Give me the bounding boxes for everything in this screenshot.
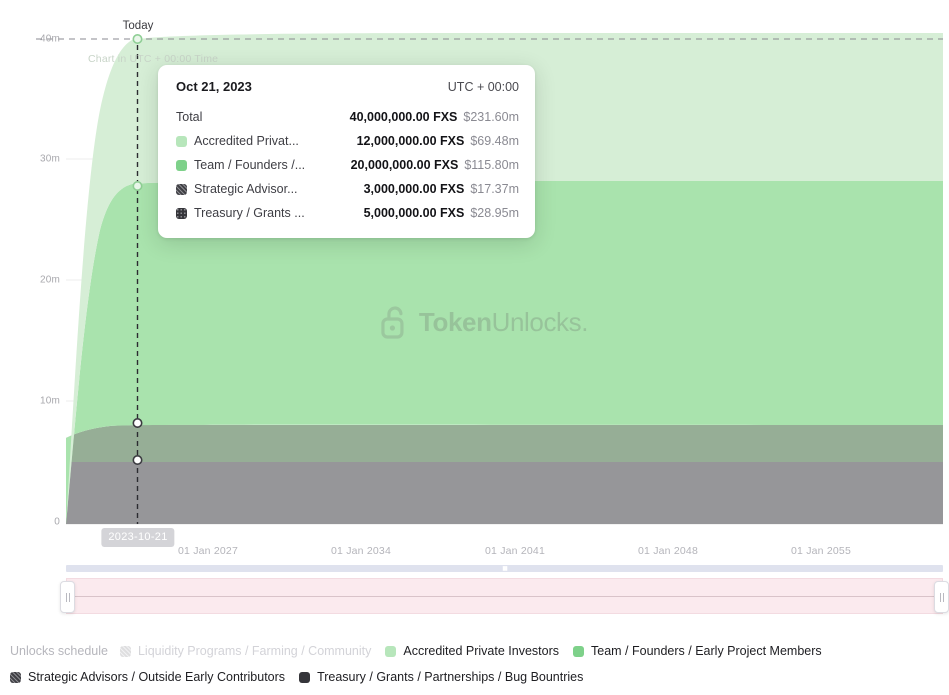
hover-date-badge: 2023-10-21 (101, 528, 175, 547)
timeline-scrollbar[interactable]: ▮▮ (66, 565, 943, 572)
legend-row-1: Unlocks schedule Liquidity Programs / Fa… (10, 638, 939, 664)
legend-row-2: Strategic Advisors / Outside Early Contr… (10, 664, 939, 690)
legend-label-liquidity-programs: Liquidity Programs / Farming / Community (137, 644, 372, 658)
x-axis-tick-2055: 01 Jan 2055 (790, 545, 852, 557)
range-handle-left[interactable] (60, 581, 75, 613)
chart-hover-tooltip: Oct 21, 2023 UTC + 00:00 Total 40,000,00… (158, 65, 535, 238)
range-handle-right[interactable] (934, 581, 949, 613)
chart-timezone-note: Chart in UTC + 00:00 Time (88, 53, 219, 65)
tooltip-amount-team: 20,000,000.00 FXS (350, 158, 459, 172)
legend-item-team-founders[interactable]: Team / Founders / Early Project Members (573, 644, 822, 658)
tooltip-header: Oct 21, 2023 UTC + 00:00 (176, 79, 519, 94)
legend-title: Unlocks schedule (10, 644, 108, 658)
legend-swatch-team-founders (573, 645, 584, 657)
tooltip-total-amount: 40,000,000.00 FXS (349, 110, 458, 124)
tooltip-label-treasury: Treasury / Grants ... (194, 206, 305, 220)
unlocks-chart[interactable]: 40m 30m 20m 10m 0 01 Jan 2027 01 Jan 203… (0, 0, 949, 620)
x-axis-tick-2048: 01 Jan 2048 (637, 545, 699, 557)
legend-swatch-accredited-private-investors (385, 645, 397, 657)
tooltip-total-right: 40,000,000.00 FXS $231.60m (350, 110, 519, 124)
y-axis-tick-0: 0 (54, 516, 60, 528)
tooltip-swatch-strategic (176, 183, 187, 195)
tooltip-row-treasury: Treasury / Grants ... 5,000,000.00 FXS $… (176, 201, 519, 225)
tooltip-usd-accredited: $69.48m (470, 134, 519, 148)
tooltip-row-team: Team / Founders /... 20,000,000.00 FXS $… (176, 153, 519, 177)
tooltip-date: Oct 21, 2023 (176, 79, 252, 94)
chart-legend: Unlocks schedule Liquidity Programs / Fa… (0, 638, 949, 690)
today-marker-label: Today (122, 20, 154, 32)
legend-item-liquidity-programs[interactable]: Liquidity Programs / Farming / Community (119, 644, 372, 658)
legend-swatch-treasury-grants (299, 671, 311, 683)
timeline-range-slider[interactable] (60, 578, 949, 614)
tooltip-total-usd: $231.60m (463, 110, 519, 124)
scrollbar-grip-icon: ▮▮ (502, 566, 508, 572)
legend-item-treasury-grants[interactable]: Treasury / Grants / Partnerships / Bug B… (299, 670, 583, 684)
x-axis-tick-2041: 01 Jan 2041 (484, 545, 546, 557)
tooltip-amount-accredited: 12,000,000.00 FXS (356, 134, 465, 148)
y-axis-tick-30m: 30m (39, 153, 60, 165)
range-slider-track[interactable] (66, 578, 943, 614)
tooltip-usd-treasury: $28.95m (470, 206, 519, 220)
legend-item-strategic-advisors[interactable]: Strategic Advisors / Outside Early Contr… (10, 670, 285, 684)
handle-grip-line (939, 592, 941, 602)
tooltip-label-strategic: Strategic Advisor... (194, 182, 298, 196)
handle-grip-line (942, 592, 944, 602)
y-axis-tick-40m: 40m (39, 33, 60, 45)
x-axis-tick-2034: 01 Jan 2034 (330, 545, 392, 557)
tooltip-label-accredited: Accredited Privat... (194, 134, 299, 148)
tooltip-total-label: Total (176, 110, 203, 124)
handle-grip-line (68, 592, 70, 602)
legend-label-team-founders: Team / Founders / Early Project Members (591, 644, 822, 658)
tooltip-swatch-treasury (176, 207, 187, 219)
tooltip-usd-strategic: $17.37m (470, 182, 519, 196)
tooltip-total-left: Total (176, 110, 202, 124)
legend-item-accredited-private-investors[interactable]: Accredited Private Investors (385, 644, 559, 658)
legend-label-accredited-private-investors: Accredited Private Investors (403, 644, 559, 658)
tooltip-label-team: Team / Founders /... (194, 158, 306, 172)
tooltip-amount-treasury: 5,000,000.00 FXS (363, 206, 465, 220)
range-slider-baseline (67, 596, 942, 597)
legend-label-strategic-advisors: Strategic Advisors / Outside Early Contr… (28, 670, 286, 684)
y-axis-tick-20m: 20m (39, 274, 60, 286)
tooltip-usd-team: $115.80m (464, 158, 519, 172)
x-axis-tick-2027: 01 Jan 2027 (177, 545, 239, 557)
tooltip-timezone: UTC + 00:00 (447, 80, 519, 94)
tooltip-row-strategic: Strategic Advisor... 3,000,000.00 FXS $1… (176, 177, 519, 201)
tooltip-swatch-team (176, 159, 187, 171)
handle-grip-line (65, 592, 67, 602)
y-axis-tick-10m: 10m (39, 395, 60, 407)
tooltip-amount-strategic: 3,000,000.00 FXS (363, 182, 465, 196)
legend-swatch-strategic-advisors (10, 671, 21, 683)
tooltip-row-accredited: Accredited Privat... 12,000,000.00 FXS $… (176, 129, 519, 153)
area-strategic-advisors (66, 424, 943, 462)
tooltip-swatch-accredited (176, 135, 187, 147)
legend-swatch-liquidity-programs (119, 645, 131, 657)
tooltip-row-total: Total 40,000,000.00 FXS $231.60m (176, 105, 519, 129)
area-treasury-grants (66, 462, 943, 524)
legend-label-treasury-grants: Treasury / Grants / Partnerships / Bug B… (317, 670, 584, 684)
